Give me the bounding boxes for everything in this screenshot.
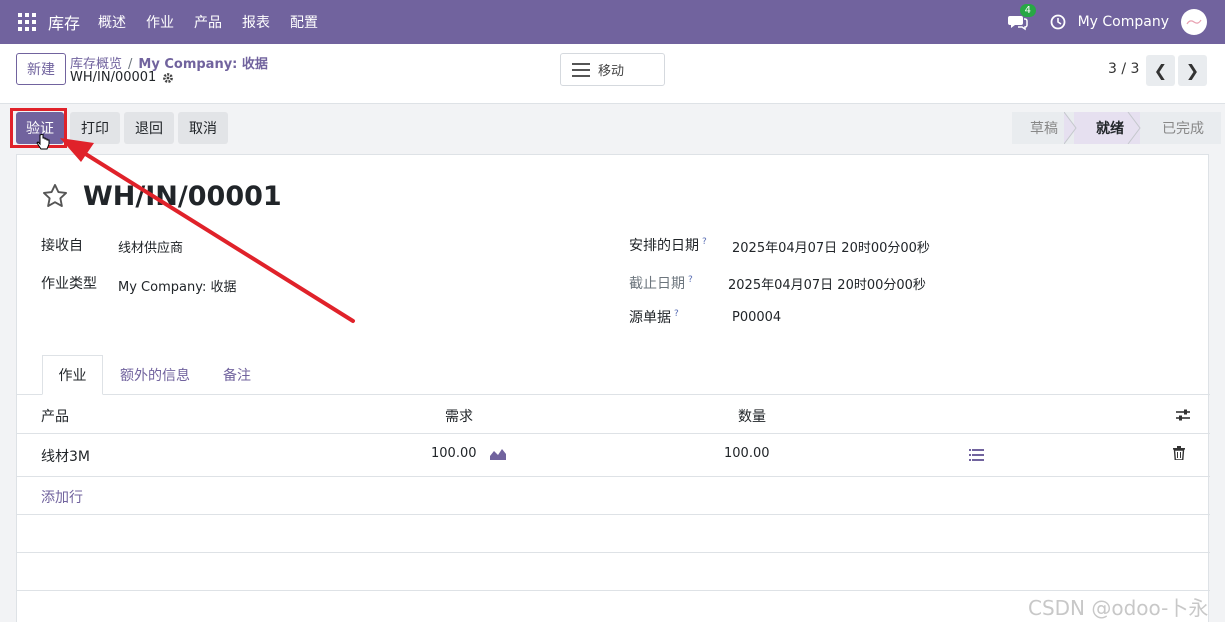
pager-previous-button[interactable]: ❮ [1146, 55, 1175, 86]
chat-count-badge: 4 [1019, 4, 1036, 17]
scheduled-date-value[interactable]: 2025年04月07日 20时00分00秒 [732, 237, 930, 256]
source-document-label-text: 源单据 [629, 310, 671, 326]
pager-value[interactable]: 3 / 3 [1108, 61, 1139, 77]
menu-overview[interactable]: 概述 [88, 12, 136, 32]
return-button[interactable]: 退回 [124, 112, 174, 144]
watermark-text: CSDN @odoo-卜永 [1028, 596, 1209, 620]
gear-icon[interactable] [162, 72, 174, 84]
source-document-value[interactable]: P00004 [732, 310, 781, 325]
menu-operations[interactable]: 作业 [136, 12, 184, 32]
apps-grid-icon[interactable] [18, 13, 36, 31]
deadline-label-text: 截止日期 [629, 276, 685, 292]
record-name-row: WH/IN/00001 [70, 70, 174, 85]
tab-additional-info[interactable]: 额外的信息 [107, 355, 203, 395]
pager-next-button[interactable]: ❯ [1178, 55, 1207, 86]
company-switcher[interactable]: My Company [1078, 14, 1169, 30]
new-button[interactable]: 新建 [16, 53, 66, 85]
source-document-label: 源单据? [629, 307, 679, 327]
clock-icon[interactable] [1050, 14, 1066, 30]
deadline-value: 2025年04月07日 20时00分00秒 [728, 278, 926, 293]
trash-icon[interactable] [1173, 446, 1185, 460]
deadline-help-icon[interactable]: ? [688, 275, 693, 285]
scheduled-date-help-icon[interactable]: ? [702, 237, 707, 247]
column-header-product[interactable]: 产品 [41, 406, 69, 426]
chat-icon[interactable]: 4 [1007, 4, 1036, 32]
cancel-button[interactable]: 取消 [178, 112, 228, 144]
app-name[interactable]: 库存 [48, 10, 80, 34]
move-dropdown-button[interactable]: 移动 [560, 53, 665, 86]
menu-configuration[interactable]: 配置 [280, 12, 328, 32]
user-avatar[interactable] [1181, 9, 1207, 35]
move-button-label: 移动 [598, 64, 625, 79]
chevron-left-icon: ❮ [1153, 61, 1168, 80]
empty-row [17, 515, 1210, 553]
optional-columns-sliders-icon[interactable] [1175, 408, 1191, 422]
main-menu: 概述 作业 产品 报表 配置 [88, 12, 328, 32]
stage-arrow-dividers [1064, 112, 1141, 144]
menu-reporting[interactable]: 报表 [232, 12, 280, 32]
source-document-help-icon[interactable]: ? [674, 309, 679, 319]
column-header-demand[interactable]: 需求 [445, 406, 473, 426]
empty-row [17, 553, 1210, 591]
record-title: WH/IN/00001 [83, 181, 282, 212]
menu-products[interactable]: 产品 [184, 12, 232, 32]
receive-from-value[interactable]: 线材供应商 [118, 237, 183, 256]
record-name: WH/IN/00001 [70, 70, 157, 85]
deadline-label: 截止日期? [629, 273, 693, 293]
row-product[interactable]: 线材3M [41, 446, 90, 466]
add-line-link[interactable]: 添加行 [41, 487, 83, 507]
tab-operations[interactable]: 作业 [42, 355, 103, 395]
stage-done[interactable]: 已完成 [1140, 112, 1221, 144]
tab-note[interactable]: 备注 [207, 355, 267, 395]
hand-cursor-icon [36, 134, 50, 150]
scheduled-date-label: 安排的日期? [629, 235, 707, 255]
column-header-quantity[interactable]: 数量 [738, 406, 766, 426]
table-header: 产品 需求 数量 [17, 396, 1210, 434]
navbar-right: 4 My Company [1007, 0, 1225, 44]
receive-from-label: 接收自 [41, 238, 83, 254]
notebook-tabs: 作业 额外的信息 备注 [17, 355, 1210, 395]
menu-bars-icon [572, 62, 590, 77]
print-button[interactable]: 打印 [70, 112, 120, 144]
star-icon[interactable] [41, 182, 69, 210]
row-demand[interactable]: 100.00 [431, 446, 477, 461]
top-navbar: 库存 概述 作业 产品 报表 配置 4 My Company [0, 0, 1225, 44]
detailed-operations-list-icon[interactable] [969, 449, 984, 461]
forecast-chart-icon[interactable] [489, 447, 507, 461]
scheduled-date-label-text: 安排的日期 [629, 238, 699, 254]
chevron-right-icon: ❯ [1185, 61, 1200, 80]
control-panel: 新建 库存概览 / My Company: 收据 WH/IN/00001 移动 3 … [0, 44, 1225, 104]
operation-type-label: 作业类型 [41, 276, 97, 292]
table-row[interactable]: 线材3M 100.00 100.00 [17, 434, 1210, 477]
operation-type-value[interactable]: My Company: 收据 [118, 276, 236, 295]
form-sheet: WH/IN/00001 接收自 线材供应商 作业类型 My Company: 收… [16, 154, 1210, 622]
add-line-row: 添加行 [17, 477, 1210, 515]
row-quantity[interactable]: 100.00 [724, 446, 770, 461]
